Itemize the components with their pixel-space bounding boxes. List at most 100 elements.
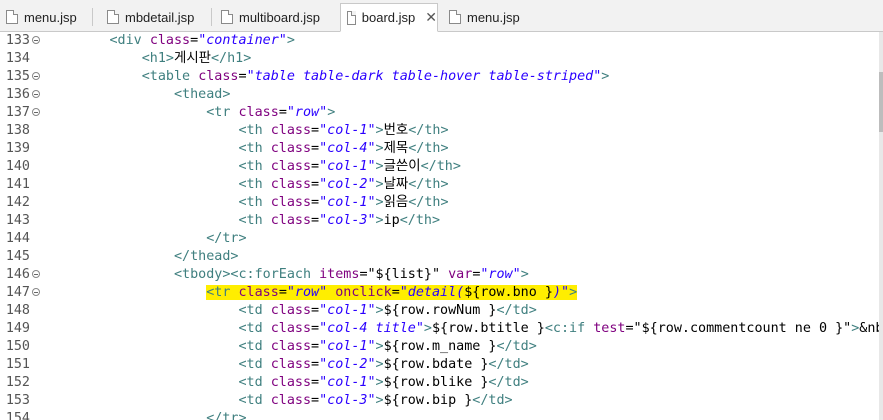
code-token: > — [375, 303, 384, 318]
code-token: 날짜 — [383, 177, 409, 192]
code-tokens: <th class="col-2">날짜</th> — [238, 177, 448, 192]
code-line[interactable]: 152 <td class="col-1">${row.blike }</td> — [0, 374, 883, 392]
code-line[interactable]: 151 <td class="col-2">${row.bdate }</td> — [0, 356, 883, 374]
code-token: 게시판 — [174, 51, 211, 66]
code-token: <td — [238, 375, 271, 390]
code-token: = — [278, 285, 287, 300]
line-number: 146 — [5, 267, 30, 282]
code-editor[interactable]: 133 <div class="container"> 134 <h1>게시판</… — [0, 32, 883, 420]
code-token: "col-3" — [319, 213, 376, 228]
code-line[interactable]: 143 <th class="col-3">ip</th> — [0, 212, 883, 230]
code-token: <thead> — [174, 87, 231, 102]
code-token: <tr — [206, 285, 239, 300]
fold-toggle-icon[interactable] — [32, 36, 40, 44]
fold-toggle-icon[interactable] — [32, 270, 40, 278]
code-line[interactable]: 149 <td class="col-4 title">${row.btitle… — [0, 320, 883, 338]
code-line[interactable]: 135 <table class="table table-dark table… — [0, 68, 883, 86]
code-token: class — [238, 285, 279, 300]
tab-separator — [92, 8, 93, 26]
code-token: <th — [238, 177, 271, 192]
code-token: <tbody><c:forEach — [174, 267, 320, 282]
tab-label: mbdetail.jsp — [125, 9, 195, 25]
code-line[interactable]: 154 </tr> — [0, 410, 883, 420]
code-text: </thead> — [45, 248, 239, 266]
code-token: </td> — [488, 375, 529, 390]
code-token: class — [238, 105, 279, 120]
code-token: > — [375, 123, 384, 138]
line-number: 145 — [5, 249, 30, 264]
fold-toggle-icon[interactable] — [32, 90, 40, 98]
code-line[interactable]: 145 </thead> — [0, 248, 883, 266]
code-token: "row" — [286, 105, 328, 120]
code-token: > — [375, 141, 384, 156]
tab-mbdetail-jsp[interactable]: mbdetail.jsp — [101, 4, 213, 30]
fold-toggle-icon[interactable] — [32, 72, 40, 80]
tab-menu-jsp-2[interactable]: menu.jsp — [443, 4, 533, 30]
code-token: <table — [141, 69, 199, 84]
code-tokens: </tr> — [206, 231, 246, 246]
code-text: </tr> — [45, 410, 246, 420]
fold-toggle-icon[interactable] — [32, 108, 40, 116]
line-number: 144 — [5, 231, 30, 246]
code-line[interactable]: 150 <td class="col-1">${row.m_name }</td… — [0, 338, 883, 356]
code-token: = — [238, 69, 247, 84]
code-text: <td class="col-3">${row.bip }</td> — [45, 392, 512, 410]
code-token: var — [448, 267, 473, 282]
jsp-file-icon — [6, 10, 18, 24]
code-text: <th class="col-4">제목</th> — [45, 140, 448, 158]
scrollbar-thumb[interactable] — [879, 72, 883, 132]
fold-toggle-icon[interactable] — [32, 288, 40, 296]
code-line[interactable]: 140 <th class="col-1">글쓴이</th> — [0, 158, 883, 176]
code-line[interactable]: 146 <tbody><c:forEach items="${list}" va… — [0, 266, 883, 284]
line-number: 152 — [5, 375, 30, 390]
code-token: </td> — [496, 303, 537, 318]
line-number: 147 — [5, 285, 30, 300]
code-line[interactable]: 138 <th class="col-1">번호</th> — [0, 122, 883, 140]
tab-board-jsp[interactable]: board.jsp ✕ — [340, 3, 438, 32]
code-token: "col-1" — [319, 195, 376, 210]
code-line[interactable]: 147 <tr class="row" onclick="detail(${ro… — [0, 284, 883, 302]
code-line[interactable]: 142 <th class="col-1">읽음</th> — [0, 194, 883, 212]
code-tokens: <td class="col-1">${row.rowNum }</td> — [238, 303, 536, 318]
code-token: 글쓴이 — [383, 159, 421, 174]
vertical-scrollbar[interactable] — [879, 32, 883, 420]
code-token: > — [286, 33, 295, 48]
code-text: <th class="col-1">번호</th> — [45, 122, 448, 140]
code-token: > — [375, 159, 384, 174]
code-line[interactable]: 144 </tr> — [0, 230, 883, 248]
code-line[interactable]: 136 <thead> — [0, 86, 883, 104]
code-token: ${row.rowNum } — [383, 303, 497, 318]
code-line[interactable]: 137 <tr class="row"> — [0, 104, 883, 122]
code-line[interactable]: 153 <td class="col-3">${row.bip }</td> — [0, 392, 883, 410]
close-icon[interactable]: ✕ — [425, 9, 437, 26]
line-number: 134 — [5, 51, 30, 66]
code-token: "col-4 title" — [319, 321, 424, 336]
code-line[interactable]: 134 <h1>게시판</h1> — [0, 50, 883, 68]
line-number: 142 — [5, 195, 30, 210]
tab-multiboard-jsp[interactable]: multiboard.jsp — [215, 4, 335, 30]
code-line[interactable]: 139 <th class="col-4">제목</th> — [0, 140, 883, 158]
code-text: <th class="col-1">읽음</th> — [45, 194, 448, 212]
code-token: "row" — [286, 285, 328, 300]
code-line[interactable]: 148 <td class="col-1">${row.rowNum }</td… — [0, 302, 883, 320]
tab-menu-jsp[interactable]: menu.jsp — [0, 4, 88, 30]
code-token: "col-2" — [319, 357, 376, 372]
code-token: <td — [238, 303, 271, 318]
code-token: <th — [238, 141, 271, 156]
code-text: <td class="col-1">${row.m_name }</td> — [45, 338, 536, 356]
code-line[interactable]: 141 <th class="col-2">날짜</th> — [0, 176, 883, 194]
code-tokens: <th class="col-1">글쓴이</th> — [238, 159, 460, 174]
code-token: "table table-dark table-hover table-stri… — [246, 69, 602, 84]
code-token: > — [375, 177, 384, 192]
code-text: <tbody><c:forEach items="${list}" var="r… — [45, 266, 529, 284]
code-token: "col-2" — [319, 177, 376, 192]
code-line[interactable]: 133 <div class="container"> — [0, 32, 883, 50]
code-token: = — [311, 213, 320, 228]
